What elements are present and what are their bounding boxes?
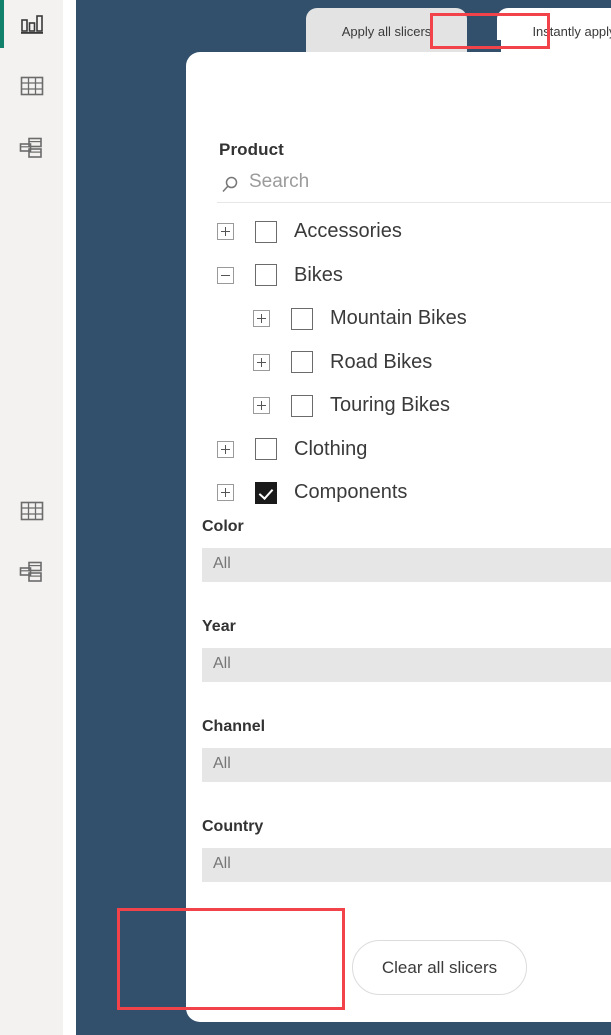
- expand-plus-icon[interactable]: [253, 353, 270, 371]
- search-divider: [217, 202, 611, 203]
- expand-plus-icon[interactable]: [253, 397, 270, 415]
- slicer-country: Country All: [202, 818, 611, 882]
- checkbox[interactable]: [291, 351, 313, 374]
- slicer-selected-value: All: [213, 555, 231, 572]
- product-slicer-title: Product: [219, 140, 284, 159]
- report-canvas: Apply all slicers Instantly apply Produc…: [76, 0, 611, 1035]
- expand-plus-icon[interactable]: [217, 484, 234, 502]
- slicer-title: Country: [202, 818, 264, 835]
- slicer-selected-value: All: [213, 755, 231, 772]
- tree-item-label: Bikes: [294, 263, 343, 286]
- expand-plus-icon[interactable]: [217, 223, 234, 241]
- checkbox-checked[interactable]: [255, 481, 277, 504]
- tree-item-label: Touring Bikes: [330, 394, 451, 417]
- button-label: Clear all slicers: [381, 957, 498, 977]
- slicer-dropdown-channel[interactable]: All: [202, 748, 611, 782]
- tree-item-components[interactable]: Components: [217, 471, 611, 515]
- tree-item-accessories[interactable]: Accessories: [217, 210, 611, 254]
- slicer-panel-card: Product Search Accessories Bikes Mountai…: [186, 52, 611, 1022]
- tree-item-touring-bikes[interactable]: Touring Bikes: [217, 384, 611, 428]
- slicer-title: Year: [202, 618, 236, 635]
- slicer-color: Color All: [202, 518, 611, 582]
- tree-item-label: Components: [294, 481, 408, 504]
- product-tree-list: Accessories Bikes Mountain Bikes Road Bi…: [217, 210, 611, 515]
- relationships-icon: [18, 136, 46, 160]
- tab-instantly-apply[interactable]: Instantly apply: [497, 8, 611, 54]
- tree-item-label: Road Bikes: [330, 350, 433, 373]
- bar-chart-icon: [19, 12, 45, 36]
- tree-item-clothing[interactable]: Clothing: [217, 428, 611, 472]
- slicer-title: Color: [202, 518, 244, 535]
- relationships-icon: [18, 560, 46, 584]
- tab-apply-all-slicers[interactable]: Apply all slicers: [306, 8, 467, 54]
- slicer-dropdown-country[interactable]: All: [202, 848, 611, 882]
- checkbox[interactable]: [291, 394, 313, 417]
- rail-item-model-view-secondary[interactable]: [0, 548, 63, 596]
- expand-plus-icon[interactable]: [217, 440, 234, 458]
- clear-all-slicers-button[interactable]: Clear all slicers: [352, 940, 527, 995]
- tree-item-road-bikes[interactable]: Road Bikes: [217, 341, 611, 385]
- search-icon: [220, 175, 240, 195]
- rail-item-report-view[interactable]: [0, 0, 63, 48]
- checkbox[interactable]: [291, 307, 313, 330]
- left-navigation-rail: [0, 0, 64, 1035]
- tree-item-label: Mountain Bikes: [330, 307, 467, 330]
- checkbox[interactable]: [255, 264, 277, 287]
- checkbox[interactable]: [255, 438, 277, 461]
- table-icon: [19, 74, 45, 98]
- tab-label: Apply all slicers: [341, 23, 432, 39]
- rail-item-data-view-secondary[interactable]: [0, 487, 63, 535]
- product-slicer-header: Product: [217, 140, 611, 164]
- slicer-title: Channel: [202, 718, 266, 735]
- product-search-row[interactable]: Search: [217, 171, 611, 201]
- search-input-placeholder[interactable]: Search: [249, 171, 309, 193]
- tree-item-label: Clothing: [294, 437, 368, 460]
- tree-item-bikes[interactable]: Bikes: [217, 254, 611, 298]
- slicer-channel: Channel All: [202, 718, 611, 782]
- slicer-selected-value: All: [213, 655, 231, 672]
- collapse-minus-icon[interactable]: [217, 266, 234, 284]
- rail-item-data-view[interactable]: [0, 62, 63, 110]
- expand-plus-icon[interactable]: [253, 310, 270, 328]
- tab-label: Instantly apply: [532, 23, 611, 39]
- slicer-dropdown-color[interactable]: All: [202, 548, 611, 582]
- table-icon: [19, 499, 45, 523]
- tree-item-mountain-bikes[interactable]: Mountain Bikes: [217, 297, 611, 341]
- slicer-year: Year All: [202, 618, 611, 682]
- slicer-selected-value: All: [213, 855, 231, 872]
- rail-item-model-view[interactable]: [0, 124, 63, 172]
- rail-canvas-gap: [63, 0, 76, 1035]
- tree-item-label: Accessories: [294, 220, 402, 243]
- slicer-dropdown-year[interactable]: All: [202, 648, 611, 682]
- checkbox[interactable]: [255, 220, 277, 243]
